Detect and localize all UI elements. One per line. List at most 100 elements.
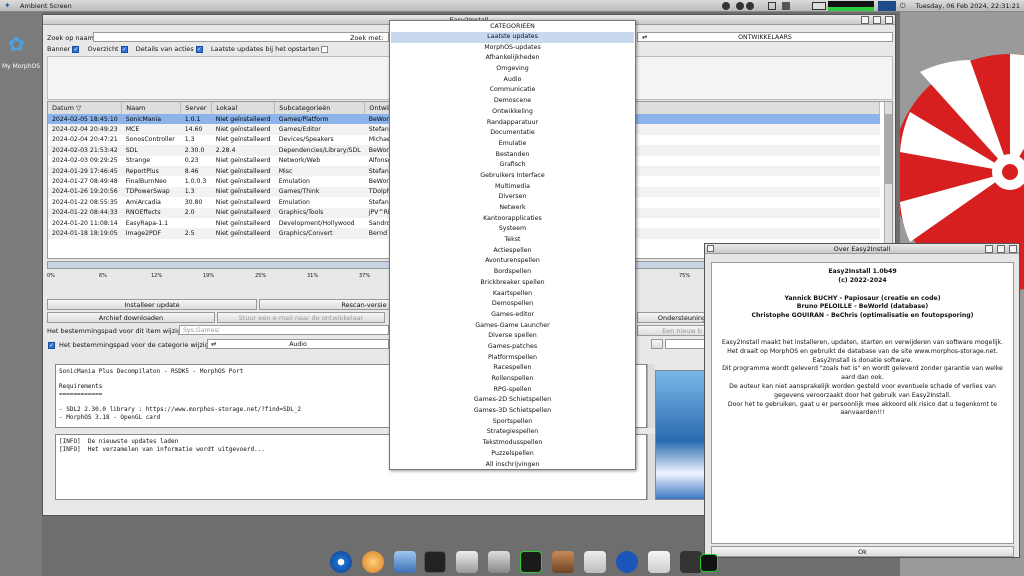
about-title-bar[interactable]: Over Easy2Install <box>705 244 1019 254</box>
category-menu-item[interactable]: Tekst <box>390 235 635 246</box>
category-menu-item[interactable]: Multimedia <box>390 182 635 193</box>
column-header-local[interactable]: Lokaal <box>211 102 276 114</box>
category-menu-item[interactable]: Kantoorapplicaties <box>390 214 635 225</box>
path-category-checkbox[interactable]: ✓ <box>48 342 55 349</box>
category-menu-item[interactable]: Sportspellen <box>390 417 635 428</box>
category-menu-item[interactable]: Communicatie <box>390 85 635 96</box>
category-menu-item[interactable]: Rollenspellen <box>390 374 635 385</box>
column-header-name[interactable]: Naam <box>121 102 182 114</box>
readme-scrollbar[interactable] <box>647 364 655 428</box>
butterfly-icon[interactable]: ✦ <box>4 1 15 11</box>
category-menu-item[interactable]: Games-Game Launcher <box>390 321 635 332</box>
circle-icon[interactable] <box>746 2 754 10</box>
tools-icon[interactable] <box>488 551 510 573</box>
ok-button[interactable]: Ok <box>711 546 1014 557</box>
about-credit: Christophe GOUIRAN - BeChris (optimalisa… <box>751 312 974 320</box>
category-menu-item[interactable]: Grafisch <box>390 160 635 171</box>
eye-icon[interactable] <box>722 2 730 10</box>
category-menu-item[interactable]: Platformspellen <box>390 353 635 364</box>
compass-icon[interactable] <box>362 551 384 573</box>
category-menu-item[interactable]: Systeem <box>390 224 635 235</box>
category-menu-item[interactable]: Actiespellen <box>390 246 635 257</box>
category-menu-item[interactable]: Games-2D Schietspellen <box>390 395 635 406</box>
category-menu-item[interactable]: Netwerk <box>390 203 635 214</box>
category-menu-item[interactable]: Randapparatuur <box>390 118 635 129</box>
terminal-icon[interactable] <box>700 554 718 572</box>
category-menu-item[interactable]: Racespellen <box>390 363 635 374</box>
browser-icon[interactable] <box>330 551 352 573</box>
category-menu-item[interactable]: Tekstmodusspellen <box>390 438 635 449</box>
category-menu-item[interactable]: Bestanden <box>390 150 635 161</box>
category-menu-item[interactable]: Bordspellen <box>390 267 635 278</box>
depth-icon[interactable] <box>885 16 893 24</box>
option-updates-checkbox[interactable] <box>321 45 329 53</box>
category-menu-item[interactable]: Afhankelijkheden <box>390 53 635 64</box>
game-icon[interactable] <box>552 551 574 573</box>
category-menu-item[interactable]: Brickbreaker spellen <box>390 278 635 289</box>
category-menu-item[interactable]: Demoscene <box>390 96 635 107</box>
zoom-icon[interactable] <box>997 245 1005 253</box>
category-menu-item[interactable]: Diverse spellen <box>390 331 635 342</box>
drive-icon[interactable] <box>812 2 826 10</box>
desktop-icon-label[interactable]: My MorphOS <box>0 63 42 70</box>
category-menu-item[interactable]: Demospellen <box>390 299 635 310</box>
category-menu-item[interactable]: Diversen <box>390 192 635 203</box>
category-menu-item[interactable]: Audio <box>390 75 635 86</box>
category-menu-header: CATEGORIEEN <box>490 23 535 30</box>
column-header-date[interactable]: Datum ▽ <box>48 102 123 114</box>
path-category-select[interactable]: ⇄ Audio <box>207 339 389 349</box>
path-item-input[interactable]: Sys:Games/ <box>179 325 389 335</box>
category-menu-item[interactable]: Laatste updates <box>391 32 634 43</box>
package-icon[interactable] <box>584 551 606 573</box>
printer-icon[interactable] <box>456 551 478 573</box>
options-row: Banner ✓ Overzicht ✓ Details van acties … <box>47 45 329 53</box>
search-input[interactable] <box>93 32 389 42</box>
category-menu-item[interactable]: Documentatie <box>390 128 635 139</box>
category-select[interactable]: ⇄ ONTWIKKELAARS <box>637 32 893 42</box>
window-icon[interactable] <box>768 2 776 10</box>
log-scrollbar[interactable] <box>647 434 655 500</box>
table-scrollbar[interactable] <box>884 102 892 258</box>
option-details-checkbox[interactable]: ✓ <box>195 45 203 53</box>
power-icon[interactable]: ⏻ <box>900 2 908 10</box>
about-credit: Yannick BUCHY - Papiosaur (creatie en co… <box>784 294 941 302</box>
category-menu-item[interactable]: Kaartspellen <box>390 289 635 300</box>
category-menu-item[interactable]: Games-3D Schietspellen <box>390 406 635 417</box>
settings-icon[interactable] <box>394 551 416 573</box>
depth-icon[interactable] <box>1009 245 1017 253</box>
column-header-server[interactable]: Server <box>180 102 213 114</box>
folder-icon[interactable] <box>651 339 663 349</box>
rno-icon[interactable] <box>616 551 638 573</box>
table-cell: TDPowerSwap <box>121 186 181 198</box>
category-menu-item[interactable]: Games-patches <box>390 342 635 353</box>
scrollbar-thumb[interactable] <box>885 114 892 184</box>
category-menu-item[interactable]: Ontwikkeling <box>390 107 635 118</box>
iconify-icon[interactable] <box>861 16 869 24</box>
email-developer-button[interactable]: Stuur een e-mail naar de ontwikkelaar <box>217 312 385 323</box>
radio-icon[interactable] <box>424 551 446 573</box>
download-archive-button[interactable]: Archief downloaden <box>47 312 215 323</box>
category-menu-item[interactable]: MorphOS-updates <box>390 43 635 54</box>
category-menu-item[interactable]: Gebruikers Interface <box>390 171 635 182</box>
iconify-icon[interactable] <box>985 245 993 253</box>
circle-icon[interactable] <box>736 2 744 10</box>
shell-icon[interactable] <box>520 551 542 573</box>
option-overview-checkbox[interactable]: ✓ <box>120 45 128 53</box>
category-menu-item[interactable]: Puzzelspellen <box>390 449 635 460</box>
butterfly-icon[interactable]: ✿ <box>8 32 32 56</box>
category-menu-item[interactable]: Games-editor <box>390 310 635 321</box>
save-icon[interactable] <box>782 2 790 10</box>
category-menu-item[interactable]: Omgeving <box>390 64 635 75</box>
category-menu-item[interactable]: Emulatie <box>390 139 635 150</box>
install-update-button[interactable]: Installeer update <box>47 299 257 310</box>
option-banner-checkbox[interactable]: ✓ <box>72 45 80 53</box>
category-menu-item[interactable]: Strategiespellen <box>390 427 635 438</box>
column-header-subcategory[interactable]: Subcategorieën <box>274 102 366 114</box>
category-menu-item[interactable]: All inschrijvingen <box>390 460 635 471</box>
editor-icon[interactable] <box>648 551 670 573</box>
category-menu-item[interactable]: RPG-spellen <box>390 385 635 396</box>
category-menu-item[interactable]: Avonturenspellen <box>390 256 635 267</box>
zoom-icon[interactable] <box>873 16 881 24</box>
table-cell: 2024-01-26 19:20:56 <box>48 186 122 198</box>
camera-icon[interactable] <box>680 551 702 573</box>
